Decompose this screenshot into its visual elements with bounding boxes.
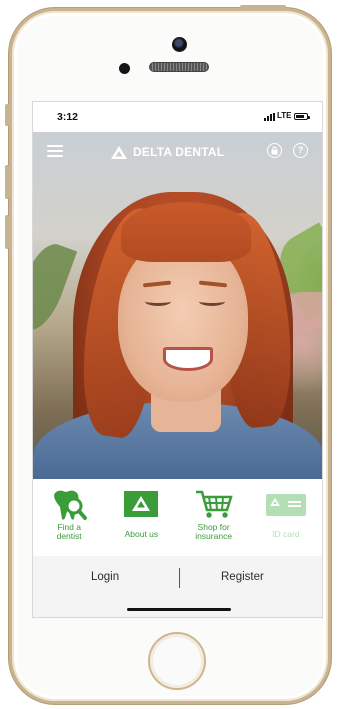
find-dentist-button[interactable]: Find a dentist xyxy=(33,479,105,556)
earpiece-speaker xyxy=(149,62,209,72)
home-button[interactable] xyxy=(148,632,206,690)
shop-insurance-button[interactable]: Shop for insurance xyxy=(178,479,250,556)
delta-logo-icon xyxy=(124,491,159,517)
app-header: DELTA DENTAL ? xyxy=(33,132,322,172)
id-card-label: ID card xyxy=(272,529,300,539)
brand-logo: DELTA DENTAL xyxy=(110,144,224,160)
about-us-button[interactable]: About us xyxy=(105,479,177,556)
home-indicator xyxy=(127,608,231,611)
hamburger-icon[interactable] xyxy=(47,145,63,157)
mute-switch xyxy=(5,104,9,126)
id-card-icon xyxy=(265,494,306,516)
proximity-sensor xyxy=(119,63,130,74)
login-link[interactable]: Login xyxy=(91,571,119,583)
signal-icon xyxy=(264,113,275,121)
find-dentist-label: Find a dentist xyxy=(56,522,82,541)
app-screen: 3:12 LTE DELTA DENTAL ? Find a dentist A… xyxy=(32,101,323,618)
delta-triangle-icon xyxy=(111,145,127,159)
auth-bar: Login Register xyxy=(33,556,322,617)
register-link[interactable]: Register xyxy=(221,571,264,583)
volume-down-button xyxy=(5,215,9,249)
quick-actions: Find a dentist About us Shop for insurance xyxy=(33,479,322,556)
shop-insurance-label: Shop for insurance xyxy=(195,522,233,541)
help-icon[interactable]: ? xyxy=(293,143,308,158)
status-bar: 3:12 LTE xyxy=(33,102,322,132)
front-camera xyxy=(172,37,187,52)
brand-name: DELTA DENTAL xyxy=(133,145,225,159)
hero-photo xyxy=(33,132,322,479)
about-us-label: About us xyxy=(124,529,159,539)
power-button xyxy=(240,5,286,9)
shopping-cart-icon xyxy=(195,490,233,518)
tooth-search-icon xyxy=(54,490,88,520)
status-time: 3:12 xyxy=(57,111,79,123)
auth-divider xyxy=(179,568,180,588)
battery-icon xyxy=(294,113,310,120)
id-card-button[interactable]: ID card xyxy=(250,479,322,556)
lock-icon[interactable] xyxy=(267,143,282,158)
volume-up-button xyxy=(5,165,9,199)
network-label: LTE xyxy=(277,111,292,120)
